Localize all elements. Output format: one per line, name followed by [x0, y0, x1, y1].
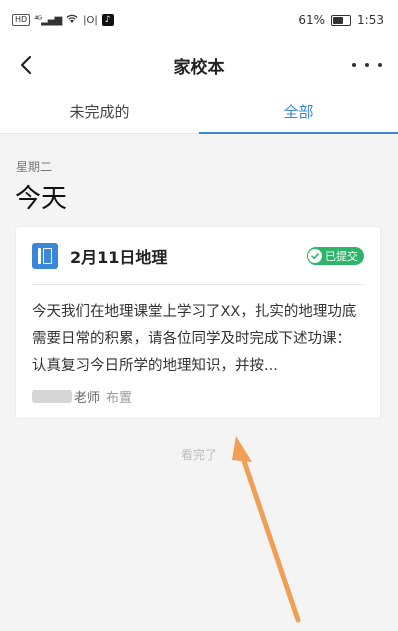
assigned-label: 布置 — [106, 391, 133, 406]
battery-icon — [331, 14, 352, 26]
card-divider — [32, 284, 364, 285]
assignment-body: 今天我们在地理课堂上学习了XX，扎实的地理功底需要日常的积累，请各位同学及时完成… — [32, 304, 357, 374]
tiktok-icon: ♪ — [101, 14, 114, 26]
status-right: 61% 1:53 — [298, 13, 384, 27]
wifi-icon — [65, 13, 79, 27]
navbar: 家校本 — [0, 40, 398, 90]
card-header: 2月11日地理 已提交 — [32, 239, 364, 273]
status-bar: HD ⁴ᴳ▂▄▆ |O| ♪ 61% 1:53 — [0, 0, 398, 40]
end-of-list-text: 看完了 — [180, 448, 217, 462]
nfc-icon: |O| — [83, 14, 98, 26]
chevron-left-icon[interactable] — [14, 52, 40, 78]
status-left-icons: HD ⁴ᴳ▂▄▆ |O| ♪ — [12, 13, 114, 27]
more-dot — [378, 63, 382, 67]
annotation-arrow-shaft — [238, 449, 301, 623]
weekday-label: 星期二 — [16, 160, 53, 174]
more-dot — [365, 63, 369, 67]
battery-percent: 61% — [298, 13, 326, 27]
card-footer: 老师 布置 — [32, 387, 132, 406]
assignment-card[interactable]: 2月11日地理 已提交 今天我们在地理课堂上学习了XX，扎实的地理功底需要日常的… — [15, 226, 381, 419]
tab-all[interactable]: 全部 — [199, 90, 398, 134]
check-icon — [308, 249, 322, 263]
book-icon — [32, 243, 58, 269]
teacher-label: 老师 — [74, 391, 101, 406]
day-heading: 今天 — [15, 184, 68, 214]
clock: 1:53 — [357, 13, 384, 27]
more-dot — [352, 63, 356, 67]
signal-icon: ⁴ᴳ▂▄▆ — [34, 14, 62, 26]
page-title: 家校本 — [173, 57, 225, 78]
status-badge-label: 已提交 — [325, 250, 358, 263]
tab-bar: 未完成的 全部 — [0, 90, 398, 134]
hd-icon: HD — [12, 14, 31, 26]
status-badge: 已提交 — [307, 247, 364, 265]
battery-fill — [333, 16, 343, 24]
tab-incomplete[interactable]: 未完成的 — [0, 90, 199, 133]
more-dots-icon[interactable] — [352, 52, 382, 78]
blurred-teacher-name — [32, 390, 72, 403]
assignment-title: 2月11日地理 — [70, 248, 168, 267]
